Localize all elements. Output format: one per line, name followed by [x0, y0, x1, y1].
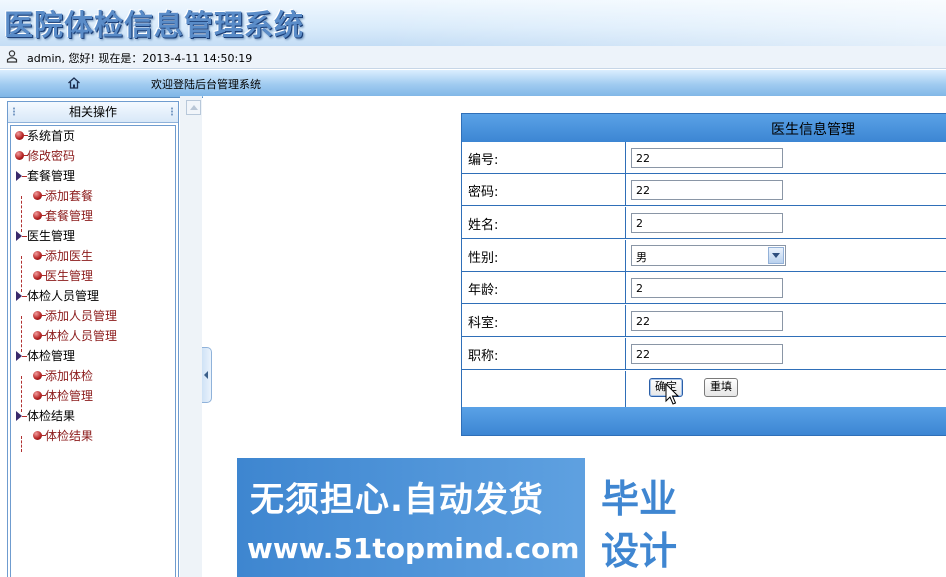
cell-divider [625, 174, 626, 205]
bullet-icon [33, 271, 46, 280]
frame-divider [180, 96, 202, 577]
bullet-icon [33, 251, 46, 260]
watermark-badge-line2: 设计 [601, 529, 678, 573]
cell-divider [625, 305, 626, 336]
name-label: 姓名: [468, 218, 499, 233]
tree-item-label: 套餐管理 [27, 169, 76, 183]
bullet-icon [33, 311, 46, 320]
form-row-title: 职称: [462, 338, 946, 370]
form-header: 医生信息管理 [462, 114, 946, 142]
id-label: 编号: [468, 153, 499, 168]
header-decoration [386, 0, 946, 46]
department-input[interactable] [631, 311, 783, 331]
bullet-icon [33, 431, 46, 440]
bullet-icon [33, 391, 46, 400]
job-title-input[interactable] [631, 344, 783, 364]
form-footer [462, 407, 946, 435]
tree-connector [21, 436, 22, 452]
cell-divider [625, 142, 626, 173]
form-row-age: 年龄: [462, 272, 946, 304]
sidebar-title: 相关操作 [68, 105, 117, 119]
watermark-badge-line1: 毕业 [601, 477, 678, 521]
doctor-form: 医生信息管理 编号: 密码: 姓名: 性别: 男 年龄: 科室: 职称: [461, 113, 946, 436]
tree-item-label: 体检结果 [27, 409, 76, 423]
watermark-badge: 毕业 设计 [585, 458, 708, 577]
user-bar: admin, 您好! 现在是：2013-4-11 14:50:19 [0, 46, 946, 69]
tree-connector [21, 316, 22, 352]
expand-triangle-icon [16, 231, 27, 241]
sidebar-header: 相关操作 [8, 102, 178, 123]
tree-item-label: 修改密码 [27, 149, 76, 163]
home-icon[interactable] [67, 76, 81, 90]
bullet-icon [33, 211, 46, 220]
tree-item-label: 医生管理 [27, 229, 76, 243]
gender-label: 性别: [468, 251, 499, 266]
welcome-text: 欢迎登陆后台管理系统 [151, 78, 261, 91]
reset-button[interactable]: 重填 [704, 378, 738, 397]
tree-item-label: 添加人员管理 [45, 309, 118, 323]
tree-item-label: 体检管理 [45, 389, 94, 403]
sidebar: 相关操作 系统首页 修改密码 套餐管理 添加套餐 套餐管理 医生管理 添加医生 … [7, 101, 179, 577]
expand-triangle-icon [16, 291, 27, 301]
expand-triangle-icon [16, 411, 27, 421]
chevron-down-icon[interactable] [768, 247, 784, 264]
form-row-gender: 性别: 男 [462, 240, 946, 272]
tree-item-label: 体检人员管理 [45, 329, 118, 343]
grip-icon [170, 107, 174, 116]
password-label: 密码: [468, 185, 499, 200]
watermark-slogan: 无须担心.自动发货 [250, 480, 544, 520]
id-input[interactable] [631, 148, 783, 168]
tree-item-label: 套餐管理 [45, 209, 94, 223]
grip-icon [12, 107, 16, 116]
bullet-icon [15, 151, 28, 160]
app-title: 医院体检信息管理系统 [4, 8, 305, 42]
tree-item-label: 添加医生 [45, 249, 94, 263]
cell-divider [625, 207, 626, 238]
tree-item-label: 系统首页 [27, 129, 76, 143]
tree-item-label: 添加体检 [45, 369, 94, 383]
bullet-icon [33, 371, 46, 380]
bullet-icon [33, 331, 46, 340]
nav-tree: 系统首页 修改密码 套餐管理 添加套餐 套餐管理 医生管理 添加医生 医生管理 [10, 125, 176, 577]
cell-divider [625, 371, 626, 407]
cell-divider [625, 338, 626, 369]
form-row-name: 姓名: [462, 207, 946, 239]
form-row-actions: 确定 重填 [462, 371, 946, 408]
bullet-icon [15, 131, 28, 140]
tree-item-label: 医生管理 [45, 269, 94, 283]
collapse-sidebar-handle[interactable] [202, 347, 212, 403]
tree-item-label: 添加套餐 [45, 189, 94, 203]
submit-button[interactable]: 确定 [649, 378, 683, 397]
tree-connector [21, 256, 22, 292]
tree-item-label: 体检人员管理 [27, 289, 100, 303]
cell-divider [625, 272, 626, 303]
form-title: 医生信息管理 [771, 122, 855, 138]
scroll-up-button[interactable] [186, 100, 201, 115]
department-label: 科室: [468, 316, 499, 331]
app-header: 医院体检信息管理系统 [0, 0, 946, 46]
password-input[interactable] [631, 180, 783, 200]
form-row-id: 编号: [462, 142, 946, 174]
age-label: 年龄: [468, 283, 499, 298]
name-input[interactable] [631, 213, 783, 233]
user-icon [6, 50, 18, 63]
watermark-banner: 无须担心.自动发货 www.51topmind.com 毕业 设计 [237, 458, 708, 577]
bullet-icon [33, 191, 46, 200]
cell-divider [625, 240, 626, 271]
tree-connector [21, 196, 22, 232]
expand-triangle-icon [16, 171, 27, 181]
job-title-label: 职称: [468, 349, 499, 364]
tree-connector [21, 376, 22, 412]
age-input[interactable] [631, 278, 783, 298]
tree-item-label: 体检管理 [27, 349, 76, 363]
gender-select[interactable]: 男 [631, 245, 786, 266]
form-row-department: 科室: [462, 305, 946, 337]
form-row-password: 密码: [462, 174, 946, 206]
user-greeting: admin, 您好! 现在是：2013-4-11 14:50:19 [27, 52, 253, 65]
watermark-url: www.51topmind.com [247, 532, 580, 565]
tree-item-label: 体检结果 [45, 429, 94, 443]
gender-select-value: 男 [636, 251, 647, 264]
nav-bar: 欢迎登陆后台管理系统 [0, 69, 946, 98]
expand-triangle-icon [16, 351, 27, 361]
